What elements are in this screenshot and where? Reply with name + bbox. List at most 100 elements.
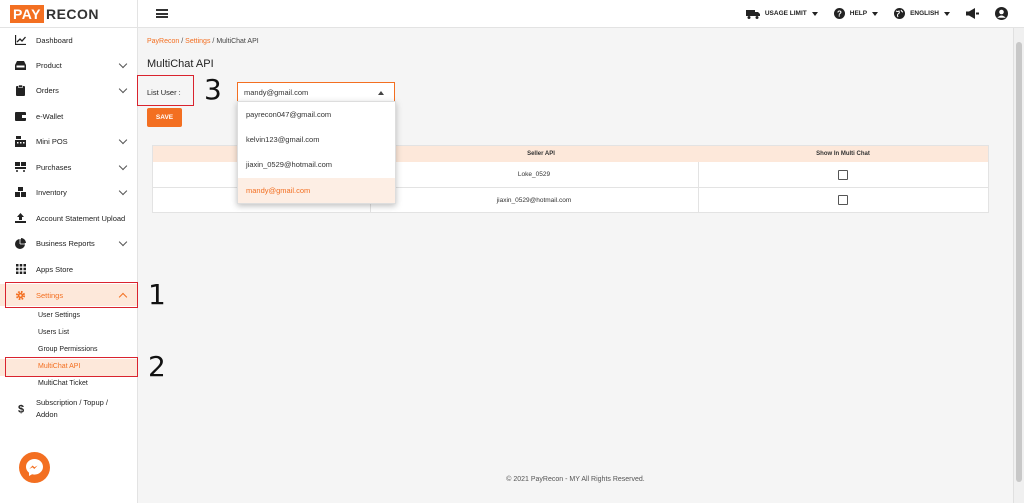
clipboard-icon [15, 84, 26, 96]
chevron-down-icon [118, 237, 128, 247]
usage-limit-label: USAGE LIMIT [764, 10, 807, 17]
column-header-seller-api: Seller API [527, 151, 555, 157]
table-cell-seller-api: jiaxin_0529@hotmail.com [496, 197, 572, 204]
annotation-box-settings [5, 282, 138, 308]
inbox-icon [15, 60, 26, 71]
chevron-down-icon [118, 84, 128, 94]
sidebar-item-label: Inventory [36, 187, 67, 197]
footer-copyright: © 2021 PayRecon - MY All Rights Reserved… [506, 476, 645, 483]
sidebar-item-label: Purchases [36, 162, 72, 172]
logo[interactable]: PAY RECON [0, 0, 138, 28]
sidebar-item-label: Orders [36, 85, 59, 95]
subscription-label-line2: Addon [36, 410, 58, 419]
sidebar-item-inventory[interactable]: Inventory [0, 181, 138, 203]
dropdown-option[interactable]: kelvin123@gmail.com [238, 127, 395, 152]
sidebar-item-orders[interactable]: Orders [0, 79, 138, 101]
sidebar-item-subscription[interactable]: $ Subscription / Topup / Addon [0, 394, 138, 426]
sidebar-item-label: Account Statement Upload [36, 213, 126, 223]
breadcrumb: PayRecon / Settings / MultiChat API [147, 38, 259, 45]
caret-down-icon [811, 11, 818, 16]
caret-down-icon [872, 11, 879, 16]
list-user-select[interactable]: mandy@gmail.com [237, 82, 395, 102]
breadcrumb-separator: / [181, 38, 184, 45]
page-scrollbar[interactable] [1013, 28, 1024, 503]
sidebar-subitem-group-permissions[interactable]: Group Permissions [38, 346, 98, 353]
sidebar-item-business-reports[interactable]: Business Reports [0, 232, 138, 254]
dropdown-option-selected[interactable]: mandy@gmail.com [238, 178, 395, 203]
messenger-icon [26, 459, 43, 476]
help-menu[interactable]: ? HELP [833, 8, 879, 19]
scrollbar-thumb[interactable] [1016, 42, 1022, 482]
subscription-label-line1: Subscription / Topup / [36, 398, 108, 407]
dollar-icon: $ [15, 403, 26, 415]
truck-ramp-icon [15, 162, 26, 173]
sidebar-item-mini-pos[interactable]: Mini POS [0, 130, 138, 152]
sidebar-subitem-user-settings[interactable]: User Settings [38, 312, 80, 319]
boxes-icon [15, 187, 26, 198]
chevron-down-icon [118, 59, 128, 69]
annotation-number: 3 [204, 73, 222, 106]
list-user-select-value: mandy@gmail.com [244, 87, 309, 97]
language-menu[interactable]: ENGLISH [894, 8, 950, 19]
sidebar-item-apps-store[interactable]: Apps Store [0, 258, 138, 280]
usage-limit-menu[interactable]: USAGE LIMIT [745, 9, 818, 19]
svg-text:?: ? [837, 9, 842, 18]
list-user-dropdown-menu: payrecon047@gmail.com kelvin123@gmail.co… [237, 101, 396, 204]
sidebar-subitem-multichat-ticket[interactable]: MultiChat Ticket [38, 380, 88, 387]
cash-register-icon [15, 135, 26, 147]
language-label: ENGLISH [910, 10, 939, 17]
truck-icon [745, 9, 760, 19]
chevron-down-icon [118, 135, 128, 145]
top-right-menu: USAGE LIMIT ? HELP ENGLISH [745, 7, 1024, 20]
sidebar-item-account-statement-upload[interactable]: Account Statement Upload [0, 207, 138, 229]
logo-pay: PAY [10, 4, 44, 23]
chart-line-icon [15, 35, 26, 46]
megaphone-icon[interactable] [966, 8, 979, 19]
sidebar-item-product[interactable]: Product [0, 54, 138, 76]
sidebar-item-label: Product [36, 60, 62, 70]
breadcrumb-settings[interactable]: Settings [185, 38, 210, 45]
logo-recon: RECON [45, 5, 100, 22]
sidebar-item-purchases[interactable]: Purchases [0, 156, 138, 178]
messenger-chat-button[interactable] [19, 452, 50, 483]
sidebar-item-label: Dashboard [36, 35, 73, 45]
upload-icon [15, 213, 26, 224]
table-cell-seller-api: Loke_0529 [517, 171, 551, 178]
sidebar-item-dashboard[interactable]: Dashboard [0, 29, 138, 51]
sidebar-item-ewallet[interactable]: e-Wallet [0, 105, 138, 127]
breadcrumb-current: MultiChat API [216, 38, 259, 45]
annotation-box-list-user [137, 75, 194, 106]
dropdown-option[interactable]: jiaxin_0529@hotmail.com [238, 152, 395, 177]
annotation-box-multichat-api [5, 357, 138, 377]
breadcrumb-home[interactable]: PayRecon [147, 38, 179, 45]
breadcrumb-separator: / [212, 38, 215, 45]
svg-text:$: $ [17, 404, 23, 415]
user-account-icon[interactable] [995, 7, 1008, 20]
sidebar: Dashboard Product Orders e-Wallet Mini P… [0, 28, 138, 503]
annotation-number: 2 [148, 350, 166, 383]
wallet-icon [15, 111, 26, 122]
sidebar-item-label: Business Reports [36, 238, 95, 248]
globe-icon [894, 8, 906, 19]
caret-down-icon [944, 11, 950, 16]
help-icon: ? [833, 8, 845, 19]
help-label: HELP [849, 10, 868, 17]
top-bar: PAY RECON USAGE LIMIT ? HELP ENGLISH [0, 0, 1024, 28]
subscription-label: Subscription / Topup / Addon [36, 397, 108, 421]
sidebar-subitem-users-list[interactable]: Users List [38, 329, 69, 336]
show-in-multichat-checkbox[interactable] [838, 170, 848, 180]
show-in-multichat-checkbox[interactable] [838, 195, 848, 205]
grid-icon [15, 264, 26, 275]
sidebar-item-label: Apps Store [36, 264, 74, 274]
save-button[interactable]: SAVE [147, 108, 182, 127]
chevron-down-icon [118, 186, 128, 196]
sidebar-item-label: Mini POS [36, 136, 68, 146]
page-title: MultiChat API [147, 58, 214, 70]
sidebar-item-label: e-Wallet [36, 111, 64, 121]
caret-up-icon [378, 91, 384, 95]
annotation-number: 1 [148, 278, 166, 311]
dropdown-option[interactable]: payrecon047@gmail.com [238, 102, 395, 127]
menu-toggle-icon[interactable] [156, 9, 168, 18]
chevron-down-icon [118, 161, 128, 171]
column-header-show-in-multichat: Show In Multi Chat [816, 151, 870, 157]
